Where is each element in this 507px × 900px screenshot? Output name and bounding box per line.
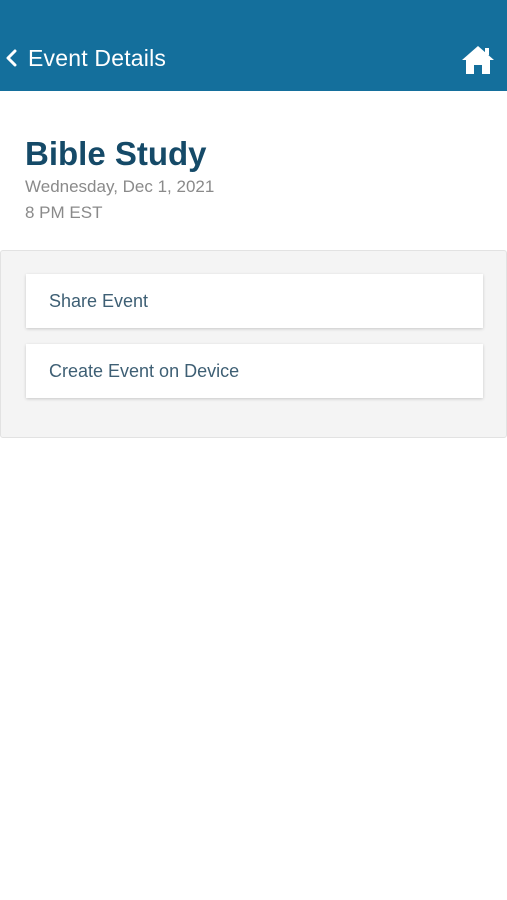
create-event-label: Create Event on Device	[49, 360, 240, 381]
event-date: Wednesday, Dec 1, 2021	[25, 177, 215, 196]
back-button[interactable]: Event Details	[0, 32, 174, 84]
chevron-left-icon	[6, 49, 17, 67]
page-title: Event Details	[28, 44, 167, 71]
event-time: 8 PM EST	[25, 203, 103, 222]
event-title: Bible Study	[25, 135, 207, 172]
actions-panel: Share Event Create Event on Device	[0, 250, 507, 438]
top-nav-bar: Event Details	[0, 0, 507, 91]
event-info: Bible Study Wednesday, Dec 1, 2021 8 PM …	[25, 134, 214, 226]
share-event-button[interactable]: Share Event	[26, 274, 483, 328]
share-event-label: Share Event	[49, 290, 149, 311]
home-icon[interactable]	[460, 44, 496, 76]
create-event-on-device-button[interactable]: Create Event on Device	[26, 344, 483, 398]
app-screen: Event Details Bible Study Wednesday, Dec…	[0, 0, 507, 900]
